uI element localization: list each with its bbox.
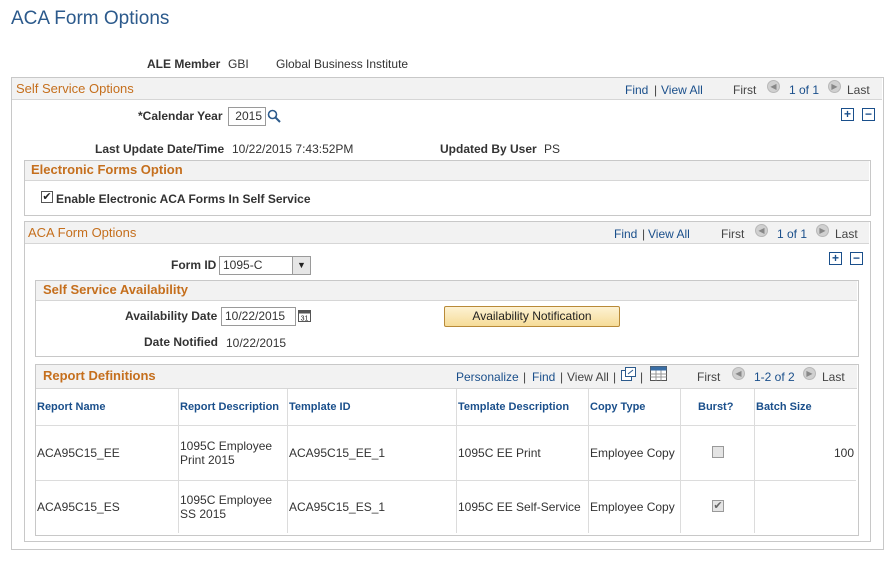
ale-member-name: Global Business Institute [276,57,409,71]
row2-report-description-line1: 1095C Employee [180,493,273,507]
aca-form-options-title: ACA Form Options [28,225,137,240]
row2-report-description-line2: SS 2015 [180,507,227,521]
svg-text:31: 31 [301,316,309,323]
col-report-description[interactable]: Report Description [180,401,279,413]
ale-member-label: ALE Member [147,57,221,71]
last-label: Last [835,227,858,241]
form-id-label: Form ID [171,258,217,272]
availability-date-input[interactable]: 10/22/2015 [221,307,296,326]
calendar-year-input[interactable]: 2015 [228,107,266,126]
col-template-description[interactable]: Template Description [458,401,569,413]
previous-icon[interactable]: ◀ [767,80,780,93]
next-icon[interactable]: ▶ [828,80,841,93]
self-service-availability-title: Self Service Availability [43,282,188,297]
first-label: First [733,83,757,97]
row2-burst-checkbox: ✔ [712,500,724,512]
row2-template-id: ACA95C15_ES_1 [289,500,386,514]
ale-member-code: GBI [228,57,249,71]
availability-notification-button[interactable]: Availability Notification [444,306,620,327]
previous-icon[interactable]: ◀ [732,367,745,380]
download-spreadsheet-icon[interactable] [650,366,667,381]
last-update-label: Last Update Date/Time [95,142,225,156]
updated-by-value: PS [544,142,561,156]
find-link[interactable]: Find [614,227,637,241]
row2-template-description: 1095C EE Self-Service [458,500,581,514]
delete-row-icon[interactable]: − [850,252,863,265]
col-template-id[interactable]: Template ID [289,401,351,413]
view-all-link[interactable]: View All [567,370,609,384]
self-service-options-title: Self Service Options [16,81,134,96]
row1-report-description-line1: 1095C Employee [180,439,273,453]
last-label: Last [822,370,845,384]
search-icon[interactable] [267,109,281,123]
electronic-forms-title: Electronic Forms Option [31,162,183,177]
view-all-link[interactable]: View All [648,227,690,241]
find-link[interactable]: Find [532,370,555,384]
row2-report-name: ACA95C15_ES [37,500,120,514]
row-count: 1 of 1 [789,83,820,97]
availability-date-label: Availability Date [125,309,218,323]
row2-copy-type: Employee Copy [590,500,675,514]
enable-electronic-forms-label: Enable Electronic ACA Forms In Self Serv… [56,192,311,206]
col-copy-type[interactable]: Copy Type [590,401,645,413]
previous-icon[interactable]: ◀ [755,224,768,237]
next-icon[interactable]: ▶ [816,224,829,237]
row1-template-description: 1095C EE Print [458,446,541,460]
last-label: Last [847,83,870,97]
add-row-icon[interactable]: + [841,108,854,121]
last-update-value: 10/22/2015 7:43:52PM [232,142,354,156]
zoom-grid-icon[interactable] [621,367,636,381]
updated-by-label: Updated By User [440,142,537,156]
row-count: 1 of 1 [777,227,808,241]
next-icon[interactable]: ▶ [803,367,816,380]
calendar-icon[interactable]: 31 [298,309,311,322]
first-label: First [721,227,745,241]
row1-copy-type: Employee Copy [590,446,675,460]
page-title: ACA Form Options [11,8,170,29]
chevron-down-icon[interactable]: ▼ [292,257,310,274]
row1-batch-size: 100 [834,446,855,460]
view-all-link[interactable]: View All [661,83,703,97]
find-link[interactable]: Find [625,83,648,97]
row1-burst-checkbox [712,446,724,458]
delete-row-icon[interactable]: − [862,108,875,121]
row-count: 1-2 of 2 [754,370,795,384]
date-notified-value: 10/22/2015 [226,336,287,350]
col-batch-size[interactable]: Batch Size [756,401,812,413]
date-notified-label: Date Notified [144,335,219,349]
form-id-value: 1095-C [223,258,263,272]
personalize-link[interactable]: Personalize [456,370,519,384]
col-report-name[interactable]: Report Name [37,401,105,413]
col-burst[interactable]: Burst? [698,401,733,413]
add-row-icon[interactable]: + [829,252,842,265]
row1-report-description-line2: Print 2015 [180,453,235,467]
report-definitions-title: Report Definitions [43,368,156,383]
row1-template-id: ACA95C15_EE_1 [289,446,386,460]
calendar-year-label: *Calendar Year [138,109,223,123]
row1-report-name: ACA95C15_EE [37,446,120,460]
enable-electronic-forms-checkbox[interactable]: ✔ [41,191,53,203]
first-label: First [697,370,721,384]
